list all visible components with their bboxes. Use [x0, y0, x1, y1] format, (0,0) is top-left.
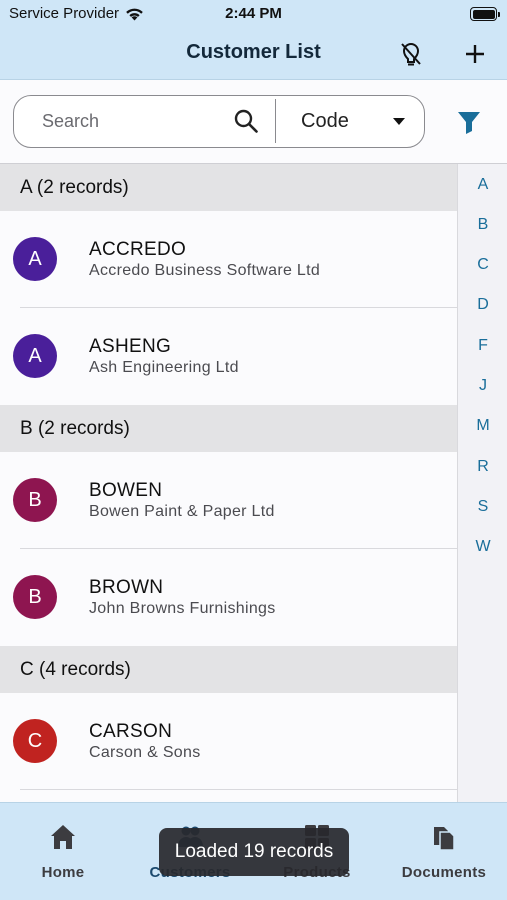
location-off-icon	[401, 42, 421, 66]
navigation-bar: Customer List	[0, 30, 507, 80]
customer-code: ASHENG	[89, 336, 172, 357]
tab-home[interactable]: Home	[0, 803, 126, 900]
avatar: B	[13, 478, 57, 522]
battery-icon	[470, 7, 500, 21]
search-input[interactable]	[42, 96, 227, 146]
index-letter[interactable]: C	[458, 256, 507, 274]
section-header-a: A (2 records)	[0, 164, 457, 211]
add-customer-button[interactable]	[460, 39, 490, 69]
avatar: A	[13, 237, 57, 281]
sort-field-value: Code	[301, 110, 349, 132]
documents-icon	[434, 827, 455, 851]
tab-label: Home	[41, 864, 85, 881]
customer-code: BROWN	[89, 577, 164, 598]
avatar: A	[13, 334, 57, 378]
search-icon[interactable]	[233, 108, 259, 134]
tab-documents[interactable]: Documents	[381, 803, 507, 900]
list-item[interactable]: B BROWN John Browns Furnishings	[0, 549, 457, 646]
list-item[interactable]: A ASHENG Ash Engineering Ltd	[0, 308, 457, 405]
list-item[interactable]: A ACCREDO Accredo Business Software Ltd	[0, 211, 457, 308]
status-time: 2:44 PM	[225, 5, 282, 22]
section-header-c: C (4 records)	[0, 646, 457, 693]
status-bar: Service Provider 2:44 PM	[0, 0, 507, 30]
customer-code: CARSON	[89, 721, 173, 742]
location-off-button[interactable]	[396, 39, 426, 69]
section-header-b: B (2 records)	[0, 405, 457, 452]
sort-field-dropdown[interactable]: Code	[276, 96, 424, 146]
plus-icon	[466, 45, 484, 63]
avatar: C	[13, 719, 57, 763]
filter-icon[interactable]	[455, 108, 483, 136]
alphabet-index[interactable]: A B C D F J M R S W	[457, 164, 507, 802]
index-letter[interactable]: A	[458, 176, 507, 194]
index-letter[interactable]: W	[458, 538, 507, 556]
index-letter[interactable]: J	[458, 377, 507, 395]
page-title: Customer List	[186, 41, 321, 63]
avatar: B	[13, 575, 57, 619]
list-item[interactable]: C CARSON Carson & Sons	[0, 693, 457, 790]
search-bar: Code	[13, 95, 425, 148]
index-letter[interactable]: M	[458, 417, 507, 435]
search-area: Code	[0, 80, 507, 164]
index-letter[interactable]: D	[458, 296, 507, 314]
toast-message: Loaded 19 records	[159, 828, 349, 876]
customer-code: ACCREDO	[89, 239, 187, 260]
customer-code: BOWEN	[89, 480, 163, 501]
customer-name: Carson & Sons	[89, 744, 201, 761]
customer-name: Bowen Paint & Paper Ltd	[89, 503, 275, 520]
index-letter[interactable]: S	[458, 498, 507, 516]
customer-name: Accredo Business Software Ltd	[89, 262, 321, 279]
home-icon	[51, 825, 75, 849]
tab-label: Documents	[401, 864, 487, 881]
customer-list[interactable]: A (2 records) A ACCREDO Accredo Business…	[0, 164, 457, 802]
customer-name: Ash Engineering Ltd	[89, 359, 239, 376]
index-letter[interactable]: F	[458, 337, 507, 355]
index-letter[interactable]: R	[458, 458, 507, 476]
list-item[interactable]: B BOWEN Bowen Paint & Paper Ltd	[0, 452, 457, 549]
caret-down-icon	[393, 118, 405, 125]
customer-name: John Browns Furnishings	[89, 600, 276, 617]
index-letter[interactable]: B	[458, 216, 507, 234]
